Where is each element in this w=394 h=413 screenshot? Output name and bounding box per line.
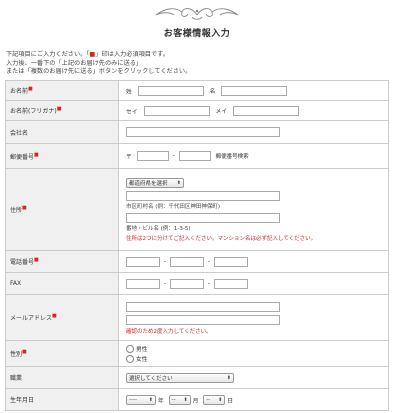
address-note: 住所は2つに分けてご記入ください。マンション名は必ず記入してください。: [126, 236, 317, 242]
label-email: メールアドレス■: [5, 294, 119, 341]
last-name-kana-input[interactable]: [143, 105, 210, 116]
fax-dash: -: [163, 280, 167, 287]
street-input[interactable]: [126, 213, 280, 223]
radio-icon[interactable]: [126, 354, 134, 363]
tel-dash: -: [207, 258, 210, 265]
field-address: 都道府県を選択 ⬍ 市区町村名 (例：千代田区神田神保町) 番地・ビル名 (例：1…: [118, 168, 389, 251]
gender-option-female[interactable]: 女性: [126, 354, 388, 363]
field-zip: 〒 - 郵便番号検索: [118, 143, 389, 169]
street-hint: 番地・ビル名 (例：1-3-5): [126, 226, 191, 232]
first-name-kana-input[interactable]: [232, 105, 299, 116]
required-mark: ■: [22, 349, 27, 355]
field-name: 姓 名: [118, 80, 389, 101]
row-address: 住所■ 都道府県を選択 ⬍ 市区町村名 (例：千代田区神田神保町) 番地・ビル名 …: [5, 168, 389, 251]
required-mark: ■: [22, 205, 27, 211]
required-mark: ■: [34, 257, 39, 263]
label-gender: 性別■: [5, 340, 119, 367]
day-label: 日: [227, 398, 234, 404]
zip-search-link[interactable]: 郵便番号検索: [216, 154, 249, 160]
birth-year-select[interactable]: ---- ⬍: [126, 394, 156, 405]
email-confirm-input[interactable]: [126, 314, 280, 325]
page-header: お客様情報入力: [0, 0, 394, 40]
label-name: お名前■: [5, 80, 119, 101]
gender-option-male[interactable]: 男性: [126, 344, 388, 353]
label-job: 職業: [5, 366, 119, 389]
row-email: メールアドレス■ 確認のため2度入力してください。: [5, 294, 389, 341]
row-name: お名前■ 姓 名: [5, 80, 389, 101]
birth-day-select[interactable]: -- ⬍: [203, 394, 226, 405]
label-zip: 郵便番号■: [5, 143, 119, 169]
label-fax: FAX: [5, 272, 119, 295]
prefecture-select[interactable]: 都道府県を選択 ⬍: [126, 178, 184, 188]
field-kana: セイ メイ: [118, 100, 389, 121]
sei-kana-label: セイ: [126, 109, 138, 115]
birth-month-select[interactable]: -- ⬍: [168, 394, 191, 405]
tel1-input[interactable]: [126, 256, 160, 267]
fax1-input[interactable]: [126, 278, 160, 289]
row-kana: お名前(フリガナ)■ セイ メイ: [5, 100, 389, 121]
intro-text: 下記項目にご入力ください。「■」印は入力必須項目です。 入力後、一番下の「上記の…: [6, 51, 191, 77]
email-note: 確認のため2度入力してください。: [126, 328, 212, 335]
label-address: 住所■: [5, 168, 119, 251]
zip-dash: -: [172, 153, 175, 159]
intro-line-1b: 」印は入力必須項目です。: [95, 51, 169, 58]
first-name-input[interactable]: [221, 85, 288, 96]
intro-line-3: または「複数のお届け先に送る」ボタンをクリックしてください。: [6, 68, 192, 76]
row-job: 職業 選択してください ⬍: [5, 366, 389, 389]
field-company: [118, 120, 389, 144]
label-company: 会社名: [5, 120, 119, 144]
label-kana: お名前(フリガナ)■: [5, 100, 119, 121]
mei-kana-label: メイ: [215, 109, 228, 115]
year-label: 年: [157, 398, 164, 404]
row-gender: 性別■ 男性 女性: [5, 340, 389, 367]
select-arrow-icon: ⬍: [148, 396, 153, 403]
row-fax: FAX - -: [5, 272, 389, 295]
field-tel: - -: [118, 250, 389, 273]
city-input[interactable]: [126, 191, 280, 201]
select-arrow-icon: ⬍: [176, 180, 181, 186]
ornament-icon: [155, 8, 239, 20]
required-mark: ■: [56, 106, 62, 112]
intro-line-2: 入力後、一番下の「上記のお届け先のみに送る」: [6, 59, 143, 67]
radio-icon[interactable]: [126, 344, 134, 353]
field-gender: 男性 女性: [118, 340, 389, 367]
last-name-input[interactable]: [137, 85, 204, 96]
email-input[interactable]: [126, 301, 280, 312]
select-arrow-icon: ⬍: [183, 396, 188, 403]
page-title: お客様情報入力: [163, 29, 231, 39]
company-input[interactable]: [126, 127, 280, 137]
row-tel: 電話番号■ - -: [5, 250, 389, 273]
label-tel: 電話番号■: [5, 250, 119, 273]
field-fax: - -: [118, 272, 389, 295]
field-birth: ---- ⬍ 年 -- ⬍ 月 -- ⬍ 日: [118, 388, 389, 411]
tel-dash: -: [163, 258, 167, 265]
customer-form: お名前■ 姓 名 お名前(フリガナ)■ セイ メイ 会社名 郵便番号■ 〒 - …: [5, 80, 389, 411]
fax-dash: -: [207, 280, 210, 287]
required-mark: ■: [52, 313, 57, 319]
required-mark: ■: [28, 86, 33, 92]
zip2-input[interactable]: [178, 151, 211, 161]
postal-mark: 〒: [126, 154, 132, 161]
month-label: 月: [192, 398, 199, 404]
job-select[interactable]: 選択してください ⬍: [126, 372, 234, 383]
label-birth: 生年月日: [5, 388, 119, 411]
row-birth: 生年月日 ---- ⬍ 年 -- ⬍ 月 -- ⬍ 日: [5, 388, 389, 411]
row-zip: 郵便番号■ 〒 - 郵便番号検索: [5, 143, 389, 169]
mei-label: 名: [209, 89, 216, 95]
sei-label: 姓: [126, 89, 132, 95]
fax2-input[interactable]: [169, 278, 204, 289]
tel3-input[interactable]: [213, 256, 248, 267]
fax3-input[interactable]: [213, 278, 248, 289]
field-email: 確認のため2度入力してください。: [118, 294, 389, 341]
city-hint: 市区町村名 (例：千代田区神田神保町): [126, 204, 221, 210]
row-company: 会社名: [5, 120, 389, 144]
intro-line-1a: 下記項目にご入力ください。「: [6, 51, 90, 58]
required-mark: ■: [34, 151, 39, 158]
select-arrow-icon: ⬍: [218, 396, 223, 403]
select-arrow-icon: ⬍: [226, 374, 231, 381]
field-job: 選択してください ⬍: [118, 366, 389, 389]
tel2-input[interactable]: [169, 256, 204, 267]
zip1-input[interactable]: [136, 151, 169, 161]
